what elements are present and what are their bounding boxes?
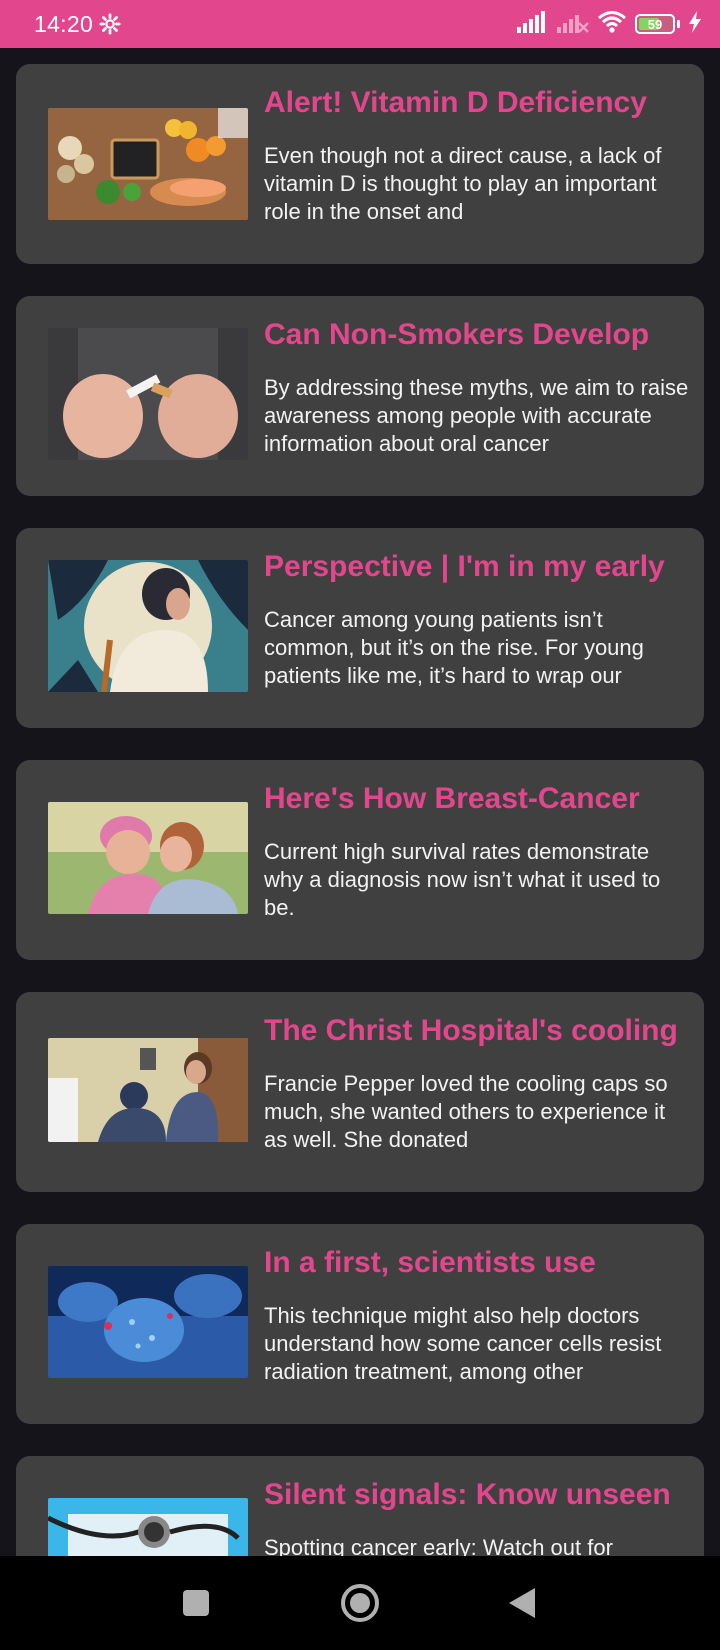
woman-illustration-image bbox=[48, 560, 248, 692]
survivor-hug-image bbox=[48, 802, 248, 914]
stethoscope-image bbox=[48, 1498, 248, 1556]
article-title[interactable]: The Christ Hospital's cooling bbox=[264, 1014, 690, 1048]
status-time: 14:20 bbox=[34, 10, 94, 37]
article-card[interactable]: Here's How Breast-Cancer Current high su… bbox=[16, 760, 704, 960]
article-title[interactable]: Can Non-Smokers Develop bbox=[264, 318, 690, 352]
article-title[interactable]: Alert! Vitamin D Deficiency bbox=[264, 86, 690, 120]
article-card[interactable]: Alert! Vitamin D Deficiency Even though … bbox=[16, 64, 704, 264]
article-summary: Current high survival rates demonstrate … bbox=[264, 839, 661, 920]
article-summary: This technique might also help doctors u… bbox=[264, 1303, 662, 1384]
battery-icon: 59 bbox=[635, 14, 675, 34]
article-card[interactable]: Perspective | I'm in my early Cancer amo… bbox=[16, 528, 704, 728]
triangle-back-icon bbox=[509, 1588, 535, 1618]
hospital-cooling-cap-image bbox=[48, 1038, 248, 1142]
article-summary: Francie Pepper loved the cooling caps so… bbox=[264, 1071, 668, 1152]
battery-level: 59 bbox=[647, 16, 663, 32]
recents-button[interactable] bbox=[166, 1578, 226, 1628]
article-summary: Cancer among young patients isn’t common… bbox=[264, 607, 644, 688]
gear-icon bbox=[99, 13, 121, 35]
article-summary: By addressing these myths, we aim to rai… bbox=[264, 375, 689, 456]
battery-cap bbox=[677, 20, 680, 28]
square-icon bbox=[183, 1590, 209, 1616]
article-feed[interactable]: Alert! Vitamin D Deficiency Even though … bbox=[0, 48, 720, 1556]
article-summary: Spotting cancer early: Watch out for bbox=[264, 1535, 613, 1556]
system-nav-bar bbox=[0, 1556, 720, 1650]
wifi-icon bbox=[597, 10, 627, 38]
circle-icon bbox=[341, 1584, 379, 1622]
vitamin-d-food-image bbox=[48, 108, 248, 220]
charging-icon bbox=[688, 10, 702, 38]
broken-cigarette-image bbox=[48, 328, 248, 460]
signal-off-icon bbox=[557, 11, 589, 38]
back-button[interactable] bbox=[492, 1578, 552, 1628]
article-summary: Even though not a direct cause, a lack o… bbox=[264, 143, 662, 224]
home-button[interactable] bbox=[330, 1578, 390, 1628]
article-title[interactable]: In a first, scientists use bbox=[264, 1246, 690, 1280]
article-card[interactable]: In a first, scientists use This techniqu… bbox=[16, 1224, 704, 1424]
article-card[interactable]: The Christ Hospital's cooling Francie Pe… bbox=[16, 992, 704, 1192]
article-title[interactable]: Silent signals: Know unseen bbox=[264, 1478, 690, 1512]
article-card[interactable]: Silent signals: Know unseen Spotting can… bbox=[16, 1456, 704, 1556]
cancer-cell-image bbox=[48, 1266, 248, 1378]
signal-icon bbox=[517, 10, 549, 38]
article-card[interactable]: Can Non-Smokers Develop By addressing th… bbox=[16, 296, 704, 496]
article-title[interactable]: Here's How Breast-Cancer bbox=[264, 782, 690, 816]
article-title[interactable]: Perspective | I'm in my early bbox=[264, 550, 690, 584]
status-bar: 14:20 59 bbox=[0, 0, 720, 48]
